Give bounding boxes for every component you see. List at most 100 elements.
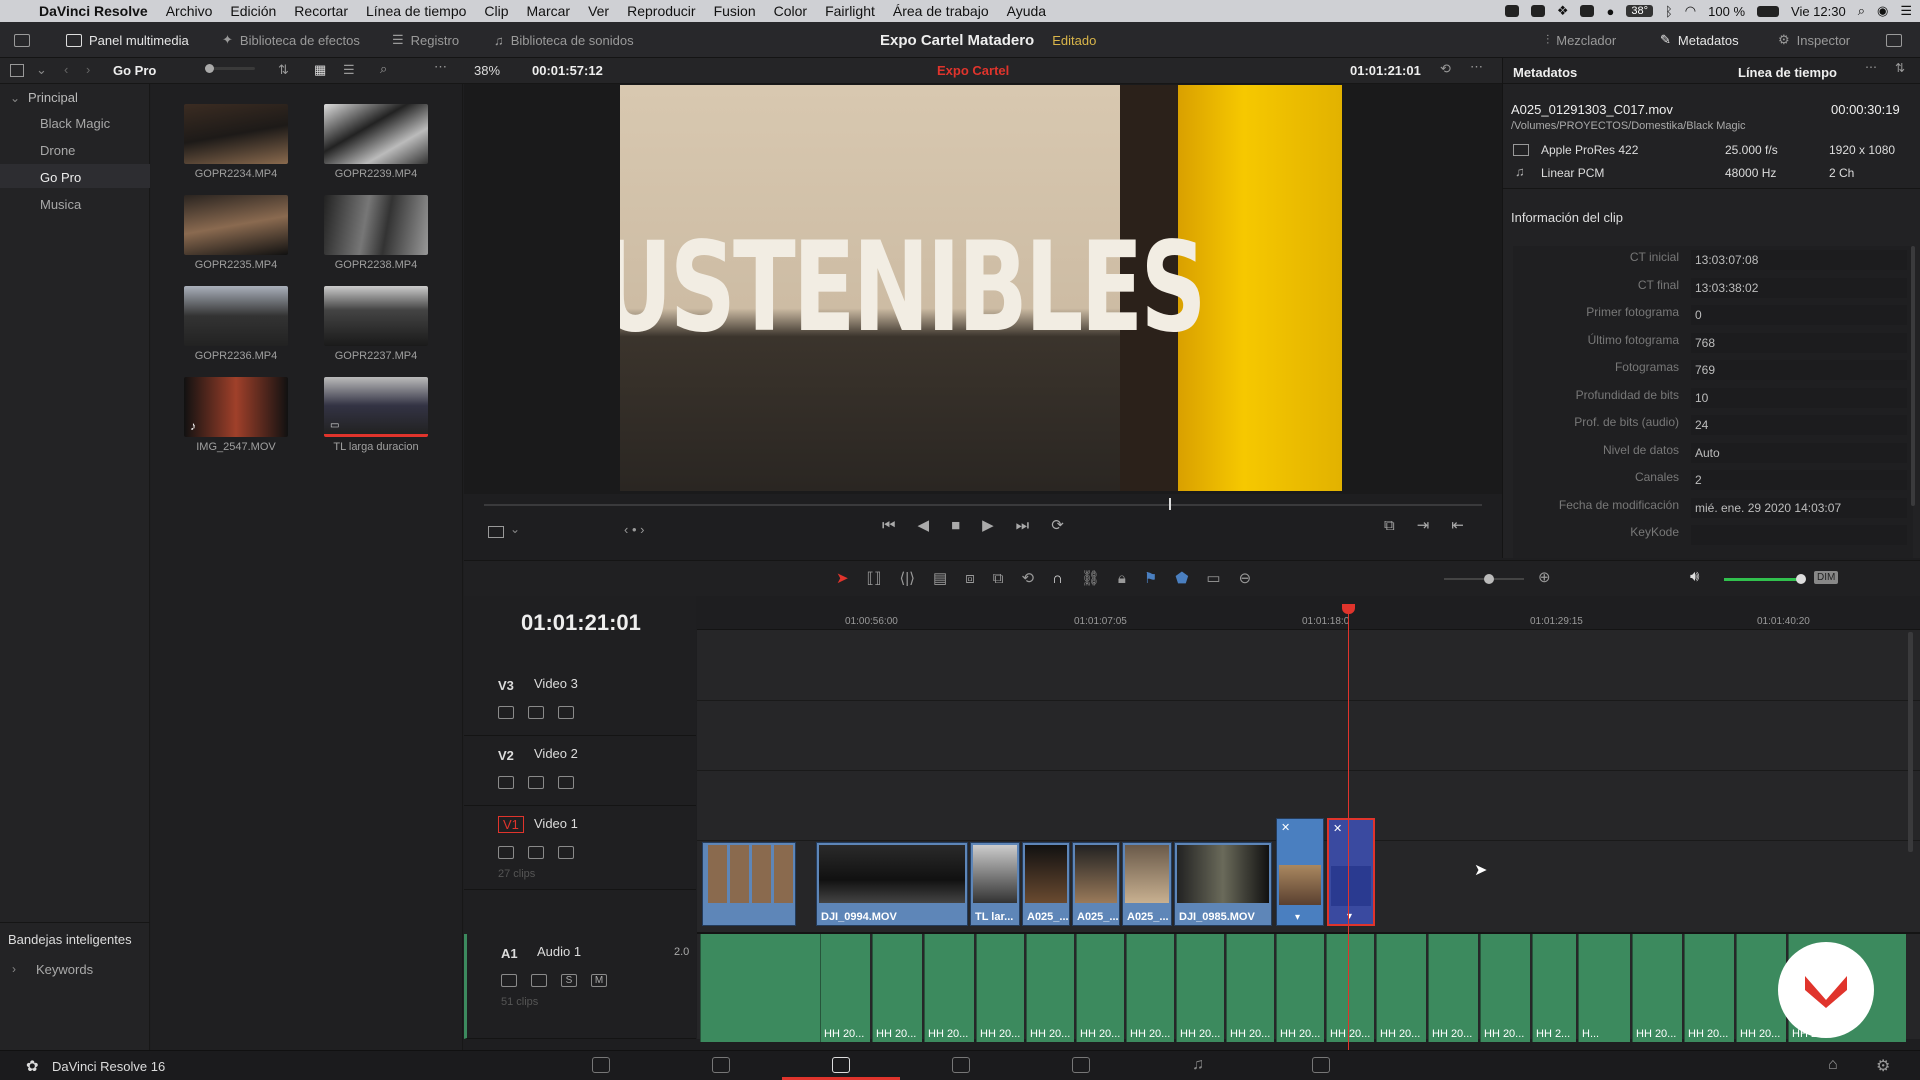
deliver-page-icon[interactable] [1312,1057,1330,1073]
clip-thumbnail[interactable]: ♪ [184,377,288,437]
audio-clip[interactable]: HH 20... [976,934,1024,1042]
menu-clip[interactable]: Clip [475,0,517,22]
viewer-frame[interactable]: USTENIBLES [620,85,1342,491]
viewer-mode-icon[interactable] [488,526,504,538]
menu-linea-de-tiempo[interactable]: Línea de tiempo [357,0,475,22]
audio-clip[interactable]: HH 20... [820,934,870,1042]
trim-tool-icon[interactable]: ⟦⟧ [867,569,882,587]
cut-page-icon[interactable] [712,1057,730,1073]
clip-thumbnail[interactable] [184,195,288,255]
snapping-icon[interactable]: ∩ [1052,570,1063,587]
home-icon[interactable]: ⌂ [1828,1056,1838,1074]
field-value[interactable]: 0 [1691,305,1907,325]
go-to-start-icon[interactable]: ⏮ [882,517,896,534]
notifications-icon[interactable] [14,22,30,58]
audio-clip[interactable]: HH 20... [1176,934,1224,1042]
thumbnail-size-slider[interactable] [205,64,255,73]
timeline-thumbnail[interactable]: ▭ [324,377,428,437]
prev-edit-icon[interactable]: ⇤ [1451,516,1464,534]
screen-icon[interactable] [1530,5,1545,17]
match-frame-icon[interactable]: ⧉ [1384,517,1395,534]
close-icon[interactable]: ✕ [1333,822,1342,835]
solo-button[interactable]: S [561,974,577,987]
audio-clip[interactable]: HH 20... [700,934,863,1042]
media-page-icon[interactable] [592,1057,610,1073]
sidebar-toggle-icon[interactable] [10,64,24,77]
timeline-clip-compound[interactable]: ✕ ▾ [1276,818,1324,926]
blade-tool-icon[interactable]: ▤ [933,569,947,587]
audio-clip[interactable]: HH 2... [1532,934,1576,1042]
metadata-scrollbar[interactable] [1911,246,1915,506]
timeline-clip[interactable]: A025_... [1072,842,1120,926]
audio-clip[interactable]: HH 20... [872,934,922,1042]
scrubber-track[interactable] [484,504,1482,506]
menu-edicion[interactable]: Edición [221,0,285,22]
field-value[interactable]: Auto [1691,443,1907,463]
clock-text[interactable]: Vie 12:30 [1791,4,1846,19]
field-value[interactable]: 24 [1691,415,1907,435]
tab-timeline[interactable]: Línea de tiempo [1738,65,1837,80]
audio-clip[interactable]: HH 20... [1480,934,1530,1042]
siri-icon[interactable]: ◉ [1877,3,1888,19]
next-edit-icon[interactable]: ⇥ [1417,516,1430,534]
dropbox-icon[interactable]: ❖ [1557,3,1569,19]
viewer-options-icon[interactable]: ⋯ [1470,59,1483,75]
wifi-icon[interactable]: ◠ [1685,3,1696,19]
track-name[interactable]: Video 1 [534,816,578,831]
color-page-icon[interactable] [1072,1057,1090,1073]
mixer-button[interactable]: ⫶ Mezclador [1546,22,1616,58]
field-value[interactable]: 2 [1691,470,1907,490]
chevron-down-icon[interactable]: ⌄ [10,91,20,105]
stop-icon[interactable]: ■ [951,517,960,534]
lock-icon[interactable] [498,846,514,859]
zoom-out-icon[interactable]: ⊖ [1239,569,1252,587]
tab-metadata[interactable]: Metadatos [1513,65,1577,80]
replace-clip-icon[interactable]: ⟲ [1022,569,1035,587]
lock-icon[interactable]: 🔒︎ [1118,570,1126,587]
track-visibility-icon[interactable] [558,706,574,719]
audio-clip[interactable]: HH 20... [1226,934,1274,1042]
menu-marcar[interactable]: Marcar [518,0,580,22]
speaker-icon[interactable]: 🔊︎ [1690,568,1699,585]
menu-recortar[interactable]: Recortar [285,0,357,22]
menu-ver[interactable]: Ver [579,0,618,22]
fairlight-page-icon[interactable]: ♫ [1192,1056,1204,1074]
timeline-scrollbar[interactable] [1908,632,1913,852]
track-visibility-icon[interactable] [558,846,574,859]
expand-icon[interactable] [1886,22,1902,58]
clip-thumbnail[interactable] [324,286,428,346]
timeline-clip[interactable]: A025_... [1022,842,1070,926]
control-center-icon[interactable]: ☰ [1900,3,1912,19]
field-value[interactable]: 769 [1691,360,1907,380]
menu-fairlight[interactable]: Fairlight [816,0,884,22]
menu-reproducir[interactable]: Reproducir [618,0,704,22]
list-view-icon[interactable]: ☰ [343,62,355,78]
insert-clip-icon[interactable]: ⧈ [965,570,975,587]
field-value[interactable]: 10 [1691,388,1907,408]
audio-clip[interactable]: HH 20... [1428,934,1478,1042]
timeline-clip-selected[interactable]: ✕ ▾ [1327,818,1375,926]
sync-icon[interactable]: ⟲ [1440,61,1451,77]
auto-select-icon[interactable] [528,706,544,719]
metadata-button[interactable]: ✎ Metadatos [1660,22,1739,58]
marker-icon[interactable]: ⬟ [1175,569,1188,587]
audio-clip[interactable]: HH 20... [1684,934,1734,1042]
track-name[interactable]: Video 2 [534,746,578,761]
audio-clip[interactable]: HH 20... [1376,934,1426,1042]
bluetooth-icon[interactable]: ᛒ [1665,4,1673,19]
timeline-clip[interactable]: DJI_0994.MOV [816,842,968,926]
audio-clip[interactable]: HH 20... [1026,934,1074,1042]
chevron-down-icon[interactable]: ⌄ [36,62,47,78]
lock-icon[interactable] [498,776,514,789]
chevron-right-icon[interactable]: › [12,962,16,976]
timeline-playhead[interactable] [1348,605,1349,1050]
close-icon[interactable]: ✕ [1281,821,1290,834]
dim-button[interactable]: DIM [1814,571,1839,584]
zoom-select[interactable]: 38% [474,63,500,78]
fusion-page-icon[interactable] [952,1057,970,1073]
field-value[interactable]: 768 [1691,333,1907,353]
back-icon[interactable]: ‹ [64,62,68,77]
timeline-ruler[interactable]: 01:00:56:00 01:01:07:05 01:01:18:0 01:01… [697,596,1920,630]
sort-icon[interactable]: ⇅ [1895,61,1905,75]
timeline-zoom-slider[interactable] [1444,574,1524,584]
